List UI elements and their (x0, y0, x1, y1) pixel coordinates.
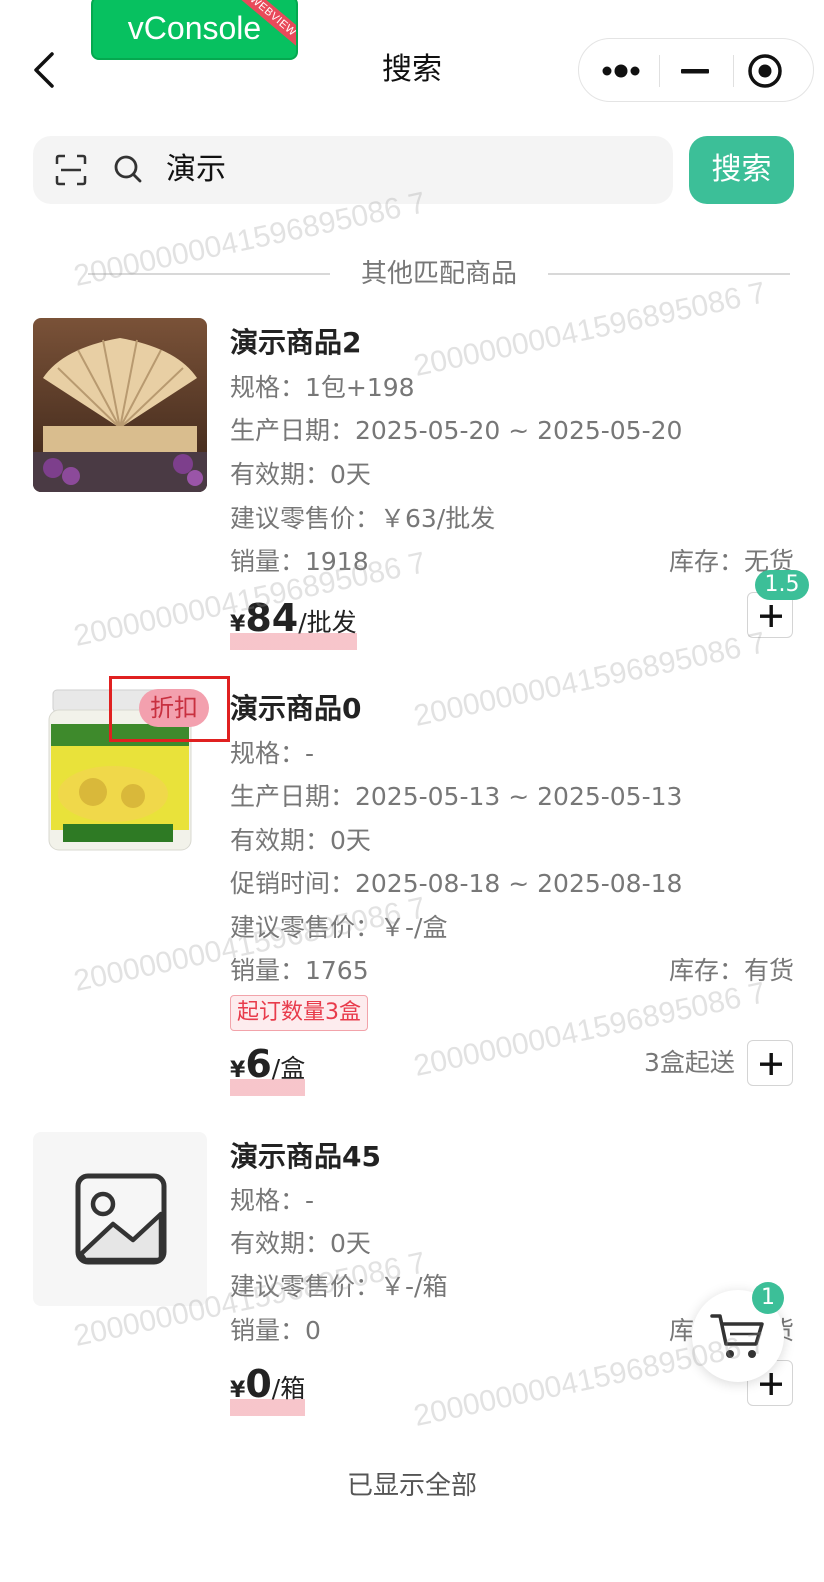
product-validity: 有效期：0天 (230, 460, 371, 489)
cart-count-badge: 1 (752, 1282, 784, 1314)
divider-line (548, 273, 790, 275)
product-name: 演示商品45 (230, 1140, 381, 1173)
min-order-tag: 起订数量3盒 (230, 995, 368, 1031)
product-stock: 库存：有货 (668, 956, 794, 985)
plus-icon (760, 1373, 782, 1395)
capsule-divider (659, 55, 660, 87)
product-production-date: 生产日期：2025-05-20 ~ 2025-05-20 (230, 416, 683, 445)
product-production-date: 生产日期：2025-05-13 ~ 2025-05-13 (230, 782, 683, 811)
list-end-text: 已显示全部 (346, 1471, 477, 1501)
product-spec: 规格：1包+198 (230, 373, 415, 402)
product-validity: 有效期：0天 (230, 826, 371, 855)
capsule-divider (733, 55, 734, 87)
search-input[interactable]: 演示 (33, 136, 673, 204)
product-image-placeholder (33, 1132, 207, 1306)
shopping-cart-icon (710, 1314, 764, 1358)
mini-program-capsule (578, 38, 814, 102)
price-unit: /批发 (298, 608, 357, 637)
price-unit: /箱 (271, 1374, 306, 1403)
search-icon (114, 155, 142, 183)
price-currency: ¥ (230, 1058, 246, 1083)
product-spec: 规格：- (230, 739, 315, 768)
product-spec: 规格：- (230, 1186, 315, 1215)
minimize-icon[interactable] (673, 57, 717, 85)
product-promotion-time: 促销时间：2025-08-18 ~ 2025-08-18 (230, 869, 683, 898)
price-amount: 84 (245, 596, 299, 640)
cart-quantity-badge: 1.5 (755, 570, 809, 600)
price-currency: ¥ (230, 612, 246, 637)
discount-highlight-box (109, 676, 230, 742)
min-send-label: 3盒起送 (644, 1048, 735, 1077)
price-currency: ¥ (230, 1378, 246, 1403)
price-unit: /盒 (271, 1054, 306, 1083)
plus-icon (760, 1053, 782, 1075)
price-amount: 6 (245, 1042, 272, 1086)
plus-icon (760, 605, 782, 627)
scan-icon[interactable] (55, 154, 87, 186)
add-to-cart-button[interactable] (747, 1040, 793, 1086)
product-suggested-price: 建议零售价：￥-/箱 (230, 1272, 448, 1301)
nav-bar: vConsole WEBVIEW 搜索 (0, 0, 824, 130)
price-amount: 0 (245, 1362, 272, 1406)
search-query: 演示 (166, 152, 226, 187)
product-name: 演示商品2 (230, 326, 362, 359)
image-placeholder-icon (75, 1173, 167, 1265)
product-suggested-price: 建议零售价：￥63/批发 (230, 504, 496, 533)
close-circle-icon[interactable] (747, 53, 783, 89)
more-dots-icon[interactable] (601, 57, 645, 85)
product-sales: 销量：0 (230, 1316, 321, 1345)
product-sales: 销量：1918 (230, 547, 369, 576)
watermark-text: 20000000041596895086 7 (410, 626, 769, 734)
product-price: ¥84/批发 (230, 594, 357, 650)
product-price: ¥6/盒 (230, 1040, 306, 1096)
product-suggested-price: 建议零售价：￥-/盒 (230, 913, 448, 942)
search-button[interactable]: 搜索 (689, 136, 794, 204)
section-divider: 其他匹配商品 (88, 252, 790, 298)
product-validity: 有效期：0天 (230, 1229, 371, 1258)
product-image (33, 318, 207, 492)
product-price: ¥0/箱 (230, 1360, 306, 1416)
vconsole-label: vConsole (127, 10, 262, 46)
product-sales: 销量：1765 (230, 956, 369, 985)
product-name: 演示商品0 (230, 692, 362, 725)
